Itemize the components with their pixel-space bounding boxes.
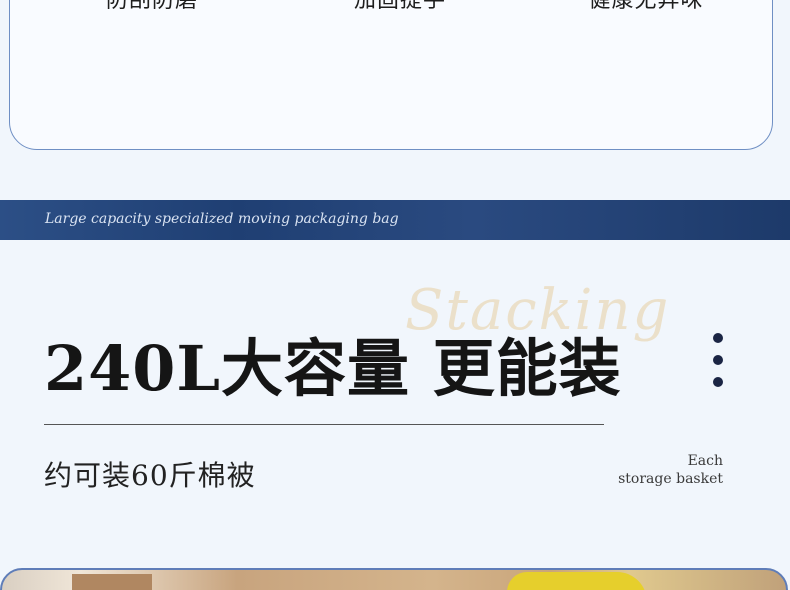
corner-label-line2: storage basket [618,471,723,487]
cardboard-box-image [72,574,152,590]
vertical-dots-icon [713,333,725,399]
product-photo [0,568,790,590]
feature-fresh: fresh 健康无异味 [546,0,746,14]
section-banner: Large capacity specialized moving packag… [0,200,790,240]
feature-cn-label: 加固提手 [353,0,446,13]
photo-frame [0,568,788,590]
feature-reinforce: reinforce 加固提手 [300,0,500,14]
corner-label-line1: Each [687,453,723,469]
features-card: scratch-resistant 防刮防磨 reinforce 加固提手 fr… [9,0,773,150]
divider-line [44,424,604,425]
feature-scratch-resistant: scratch-resistant 防刮防磨 [52,0,252,14]
capacity-subline: 约可装60斤棉被 [44,459,256,492]
corner-label: Each storage basket [618,452,723,488]
feature-cn-label: 健康无异味 [588,0,704,13]
storage-bag-image [507,572,647,590]
capacity-headline: 240L大容量 更能装 [44,332,622,405]
feature-cn-label: 防刮防磨 [105,0,198,13]
banner-text: Large capacity specialized moving packag… [45,211,399,227]
